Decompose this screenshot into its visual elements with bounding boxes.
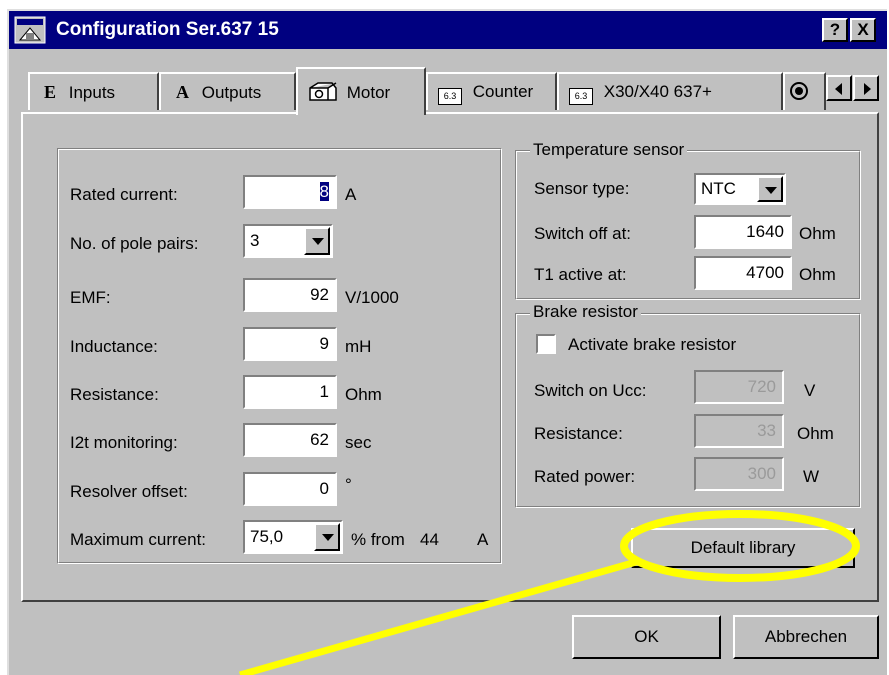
max-current-value: 75,0 xyxy=(250,527,284,546)
max-current-unit: % from xyxy=(351,530,405,549)
pole-pairs-label: No. of pole pairs: xyxy=(70,234,199,253)
max-current-select[interactable]: 75,0 xyxy=(243,520,343,554)
max-current-label: Maximum current: xyxy=(70,530,207,549)
i2t-label: I2t monitoring: xyxy=(70,433,178,452)
tab-outputs-prefix: A xyxy=(176,82,189,102)
inductance-field[interactable]: 9 xyxy=(243,327,337,361)
emf-field[interactable]: 92 xyxy=(243,278,337,312)
tab-counter-label: Counter xyxy=(472,82,534,101)
tab-motor[interactable]: Motor xyxy=(296,67,426,115)
resistance-unit: Ohm xyxy=(345,385,382,404)
emf-label: EMF: xyxy=(70,288,111,307)
switch-on-unit: V xyxy=(804,381,816,400)
sensor-type-select[interactable]: NTC xyxy=(694,173,786,205)
sensor-type-label: Sensor type: xyxy=(534,179,630,198)
sensor-type-value: NTC xyxy=(701,179,736,198)
brake-resistance-unit: Ohm xyxy=(797,424,834,443)
brake-resistance-label: Resistance: xyxy=(534,424,623,443)
tab-scroll-right-button[interactable] xyxy=(853,75,879,101)
t1-active-unit: Ohm xyxy=(799,265,836,284)
pole-pairs-value: 3 xyxy=(250,231,260,250)
cancel-button[interactable]: Abbrechen xyxy=(733,615,879,659)
resistance-field[interactable]: 1 xyxy=(243,375,337,409)
i2t-field[interactable]: 62 xyxy=(243,423,337,457)
tab-x30-x40[interactable]: 6.3 X30/X40 637+ xyxy=(557,72,783,110)
activate-brake-label: Activate brake resistor xyxy=(568,335,737,354)
pole-pairs-dropdown-icon[interactable] xyxy=(304,227,330,255)
switch-off-unit: Ohm xyxy=(799,224,836,243)
rated-current-value: 8 xyxy=(319,182,329,201)
sensor-type-dropdown-icon[interactable] xyxy=(757,176,783,202)
rated-current-unit: A xyxy=(345,185,357,204)
tab-outputs-label: Outputs xyxy=(201,83,262,102)
close-button[interactable]: X xyxy=(850,18,876,42)
rated-current-field[interactable]: 8 xyxy=(243,175,337,209)
motor-icon xyxy=(308,80,338,107)
x30-icon: 6.3 xyxy=(569,88,593,105)
rated-power-field[interactable]: 300 xyxy=(694,457,784,491)
max-current-from-value: 44 xyxy=(420,530,439,549)
max-current-dropdown-icon[interactable] xyxy=(314,523,340,551)
tab-inputs[interactable]: E Inputs xyxy=(28,72,159,110)
inductance-unit: mH xyxy=(345,337,372,356)
brake-resistance-field[interactable]: 33 xyxy=(694,414,784,448)
brake-title: Brake resistor xyxy=(530,302,641,322)
left-arrow-icon xyxy=(835,83,842,95)
resolver-field[interactable]: 0 xyxy=(243,472,337,506)
i2t-unit: sec xyxy=(345,433,372,452)
pole-pairs-select[interactable]: 3 xyxy=(243,224,333,258)
max-current-from-unit: A xyxy=(477,530,489,549)
tab-outputs[interactable]: A Outputs xyxy=(159,72,296,110)
tab-counter[interactable]: 6.3 Counter xyxy=(426,72,557,110)
inductance-label: Inductance: xyxy=(70,337,158,356)
tab-motor-label: Motor xyxy=(346,83,391,102)
t1-active-field[interactable]: 4700 xyxy=(694,256,792,290)
t1-active-label: T1 active at: xyxy=(534,265,627,284)
switch-off-field[interactable]: 1640 xyxy=(694,215,792,249)
tab-x30-label: X30/X40 637+ xyxy=(603,82,712,101)
activate-brake-checkbox[interactable] xyxy=(536,334,556,354)
app-window-icon xyxy=(14,16,46,44)
switch-on-field[interactable]: 720 xyxy=(694,370,784,404)
switch-on-label: Switch on Ucc: xyxy=(534,381,647,400)
rated-power-label: Rated power: xyxy=(534,467,636,486)
temperature-title: Temperature sensor xyxy=(530,140,688,160)
rated-power-unit: W xyxy=(803,467,820,486)
resistance-label: Resistance: xyxy=(70,385,159,404)
rated-current-label: Rated current: xyxy=(70,185,178,204)
counter-icon: 6.3 xyxy=(438,88,462,105)
default-library-button[interactable]: Default library xyxy=(631,528,855,568)
resolver-unit: ° xyxy=(345,475,352,494)
right-arrow-icon xyxy=(864,83,871,95)
tab-scroll-left-button[interactable] xyxy=(826,75,852,101)
resolver-label: Resolver offset: xyxy=(70,482,188,501)
emf-unit: V/1000 xyxy=(345,288,399,307)
tab-inputs-prefix: E xyxy=(44,82,57,102)
help-button[interactable]: ? xyxy=(822,18,848,42)
switch-off-label: Switch off at: xyxy=(534,224,632,243)
tab-partial[interactable] xyxy=(783,72,826,110)
target-icon xyxy=(790,82,808,100)
window-title: Configuration Ser.637 15 xyxy=(56,19,279,40)
tab-inputs-label: Inputs xyxy=(68,83,116,102)
ok-button[interactable]: OK xyxy=(572,615,721,659)
